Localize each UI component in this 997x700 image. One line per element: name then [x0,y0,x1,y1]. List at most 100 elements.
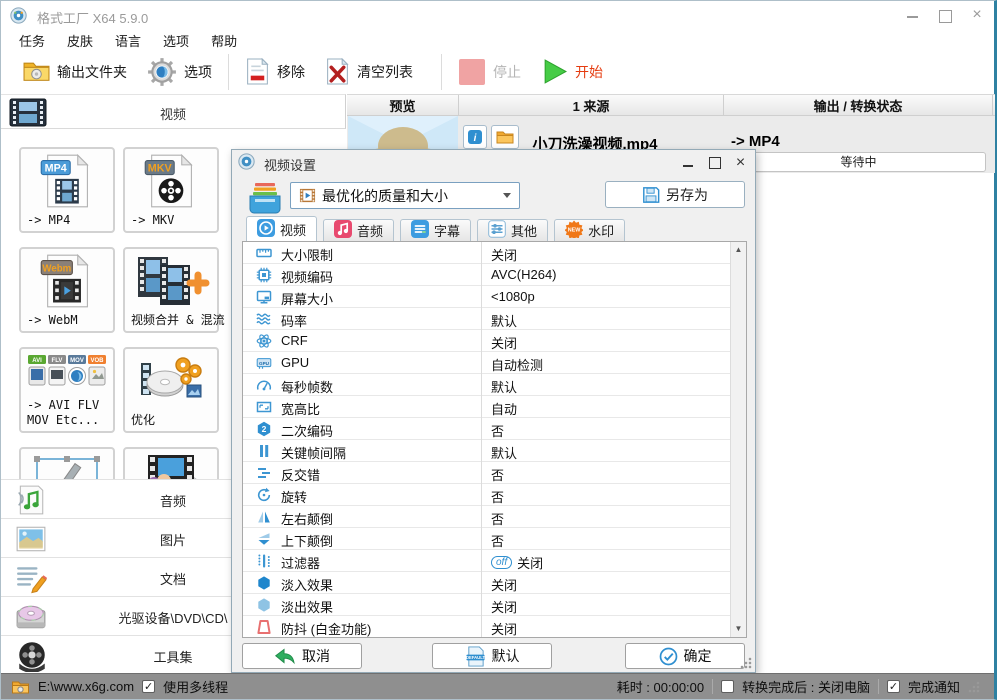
svg-text:MP4: MP4 [45,162,67,174]
setting-value-text: 否 [491,534,505,549]
setting-row-7[interactable]: 宽高比 自动 [243,396,746,418]
setting-row-12[interactable]: 左右颠倒 否 [243,506,746,528]
format-card--mkv[interactable]: MKV -> MKV [123,147,219,233]
toolbar-button-remove-doc[interactable]: 移除 [235,56,315,87]
setting-row-3[interactable]: 码率 默认 [243,308,746,330]
tab-audio[interactable]: 音频 [323,219,395,241]
format-card--avi-flv-mov-etc-[interactable]: AVI FLV MOV VOB -> AVI FLV MOV Etc... [19,347,115,433]
dialog-close-icon[interactable]: × [734,154,747,170]
menu-item-0[interactable]: 任务 [19,31,45,50]
default-button[interactable]: DEFAULT 默认 [432,643,552,669]
maximize-icon[interactable] [938,8,952,23]
setting-value-text: <1080p [491,289,535,304]
toolbar-button-stop[interactable]: 停止 [448,56,531,88]
setting-row-6[interactable]: 每秒帧数 默认 [243,374,746,396]
window-resize-grip[interactable] [968,680,980,693]
video-settings-dialog: 视频设置 × 最优化的质量和大小 另存为 视频 音频 字幕 其他 NEW 水印 大小限制关… [231,149,756,673]
setting-value-text: 关闭 [491,622,518,637]
resize-grip[interactable] [740,657,752,669]
window-title: 格式工厂 X64 5.9.0 [37,11,149,26]
setting-row-11[interactable]: 旋转 否 [243,484,746,506]
setting-value-text: 关闭 [491,578,518,593]
check-circle-icon [659,647,677,665]
dialog-maximize-icon[interactable] [708,156,721,169]
setting-value: 自动检测 [491,355,543,374]
video-category-header[interactable]: 视频 [1,94,346,129]
preset-drawer-icon[interactable] [246,180,284,219]
setting-value: 否 [491,465,504,484]
atom-icon [256,333,272,349]
filter-icon [256,553,272,569]
menu-item-1[interactable]: 皮肤 [67,31,93,50]
setting-value: 默认 [491,443,517,462]
setting-value: <1080p [491,289,535,304]
output-path[interactable]: E:\www.x6g.com [38,679,134,694]
setting-row-17[interactable]: 防抖 (白金功能) 关闭 [243,616,746,637]
ok-button[interactable]: 确定 [625,643,745,669]
setting-value: 否 [491,531,504,550]
scroll-up-icon[interactable]: ▲ [731,242,746,258]
setting-value-text: 默认 [491,446,518,461]
menu-item-4[interactable]: 帮助 [211,31,237,50]
rotate-icon [256,487,272,503]
setting-value-text: 关闭 [491,248,518,263]
tab-video[interactable]: 视频 [246,216,318,241]
setting-value: 否 [491,487,504,506]
setting-row-2[interactable]: 屏幕大小 <1080p [243,286,746,308]
setting-label: 反交错 [281,468,321,483]
menu-item-3[interactable]: 选项 [163,31,189,50]
format-card--[interactable]: 优化 [123,347,219,433]
setting-label: 宽高比 [281,402,321,417]
cancel-button[interactable]: 取消 [242,643,362,669]
preset-dropdown[interactable]: 最优化的质量和大小 [290,182,520,209]
setting-row-9[interactable]: 关键帧间隔 默认 [243,440,746,462]
notify-checkbox[interactable]: ✓ [886,680,900,693]
queue-header: 预览 1 来源 输出 / 转换状态 [347,94,995,116]
scrollbar[interactable]: ▲ ▼ [730,242,746,637]
title-bar: 格式工厂 X64 5.9.0 × [1,1,994,29]
setting-row-1[interactable]: 视频编码 AVC(H264) [243,264,746,286]
tab-subtitle[interactable]: 字幕 [400,219,472,241]
divider [712,679,714,694]
setting-row-5[interactable]: GPU GPU 自动检测 [243,352,746,374]
shutdown-checkbox[interactable] [721,680,735,693]
format-card--[interactable]: 视频合并 & 混流 [123,247,225,333]
toolbar-button-gear[interactable]: 选项 [137,55,222,89]
tab-label: 水印 [588,224,615,239]
tab-watermark-icon: NEW [564,220,584,241]
minimize-icon[interactable] [906,8,920,22]
setting-row-10[interactable]: 反交错 否 [243,462,746,484]
setting-row-0[interactable]: 大小限制 关闭 [243,242,746,264]
toolbar-button-clear-list[interactable]: 清空列表 [315,56,423,87]
menu-item-2[interactable]: 语言 [115,31,141,50]
notify-label: 完成通知 [907,680,960,695]
toolbar-button-folder-output[interactable]: 输出文件夹 [13,58,137,85]
svg-text:NEW: NEW [568,227,581,233]
waves-icon [256,311,272,327]
setting-value: 否 [491,421,504,440]
queue-header-1: 1 来源 [459,95,724,115]
start-icon [541,58,568,85]
format-card--webm[interactable]: Webm -> WebM [19,247,115,333]
multithread-checkbox[interactable]: ✓ [142,680,156,693]
save-as-button[interactable]: 另存为 [605,181,745,208]
setting-row-16[interactable]: 淡出效果 关闭 [243,594,746,616]
setting-row-8[interactable]: 2 二次编码 否 [243,418,746,440]
setting-row-4[interactable]: CRF 关闭 [243,330,746,352]
dialog-minimize-icon[interactable] [682,156,695,169]
tab-watermark[interactable]: NEW 水印 [554,219,626,241]
svg-text:Webm: Webm [42,263,71,274]
setting-value: 关闭 [491,245,517,264]
setting-value-text: 自动 [491,402,518,417]
tab-other[interactable]: 其他 [477,219,549,241]
stabilize-icon [256,619,272,635]
setting-row-14[interactable]: 过滤器 off 关闭 [243,550,746,572]
toolbar-button-start[interactable]: 开始 [531,56,613,87]
output-path-folder-icon[interactable] [11,679,30,695]
close-icon[interactable]: × [970,7,984,23]
setting-value: off 关闭 [491,553,543,572]
format-card--mp4[interactable]: MP4 -> MP4 [19,147,115,233]
setting-row-13[interactable]: 上下颠倒 否 [243,528,746,550]
setting-row-15[interactable]: 淡入效果 关闭 [243,572,746,594]
scroll-down-icon[interactable]: ▼ [731,621,746,637]
